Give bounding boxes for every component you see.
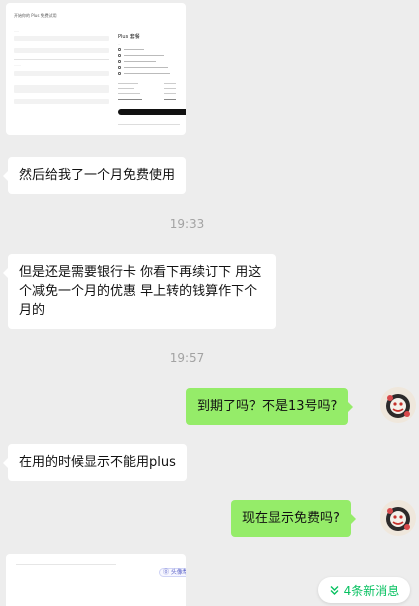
avatar-image — [380, 387, 416, 423]
received-message[interactable]: 在用的时候显示不能用plus — [3, 444, 187, 481]
received-message[interactable]: 然后给我了一个月免费使用 — [2, 157, 187, 194]
image-detail — [14, 85, 109, 93]
sent-message[interactable]: 现在显示免费吗? — [231, 500, 356, 537]
image-detail — [118, 66, 178, 69]
new-messages-label: 4条新消息 — [343, 583, 400, 598]
image-detail — [118, 83, 138, 84]
image-message-partial[interactable]: ⓪ 头像帮助 — [6, 554, 186, 606]
image-subscribe-button — [118, 109, 186, 115]
image-detail — [14, 48, 109, 53]
image-detail — [164, 99, 176, 100]
image-detail — [14, 71, 109, 76]
image-detail — [16, 564, 116, 565]
image-detail — [118, 60, 178, 63]
double-chevron-down-icon — [330, 585, 339, 595]
timestamp: 19:57 — [169, 351, 205, 365]
image-detail — [164, 88, 176, 89]
image-help-chip: ⓪ 头像帮助 — [159, 568, 186, 577]
image-detail — [118, 88, 134, 89]
image-message-subscription[interactable]: 开始你的 Plus 免费试用 ····· ······· Plus 套餐 ·· — [6, 3, 186, 135]
image-detail — [118, 48, 178, 51]
image-detail — [118, 72, 178, 75]
my-avatar[interactable] — [380, 387, 416, 423]
image-header-label: 开始你的 Plus 免费试用 — [14, 13, 57, 18]
image-detail — [14, 59, 109, 60]
avatar-image — [380, 500, 416, 536]
image-detail — [118, 124, 180, 125]
image-detail: ····· — [14, 29, 19, 33]
image-card-logos — [78, 38, 104, 53]
chat-history[interactable]: 开始你的 Plus 免费试用 ····· ······· Plus 套餐 ·· … — [0, 0, 419, 606]
image-detail — [164, 93, 176, 94]
timestamp: 19:33 — [169, 217, 205, 231]
image-detail — [118, 93, 140, 94]
new-messages-button[interactable]: 4条新消息 — [318, 577, 410, 603]
image-detail: ·· — [118, 42, 120, 46]
image-detail: ······· — [14, 63, 21, 67]
received-message[interactable]: 但是还是需要银行卡 你看下再续订下 用这个减免一个月的优惠 早上转的钱算作下个月… — [3, 254, 276, 329]
image-detail — [118, 99, 142, 100]
my-avatar[interactable] — [380, 500, 416, 536]
image-detail — [14, 99, 109, 104]
image-detail — [118, 54, 178, 57]
image-detail — [164, 83, 176, 84]
sent-message[interactable]: 到期了吗？不是13号吗? — [186, 388, 354, 425]
image-panel-title: Plus 套餐 — [118, 34, 140, 40]
